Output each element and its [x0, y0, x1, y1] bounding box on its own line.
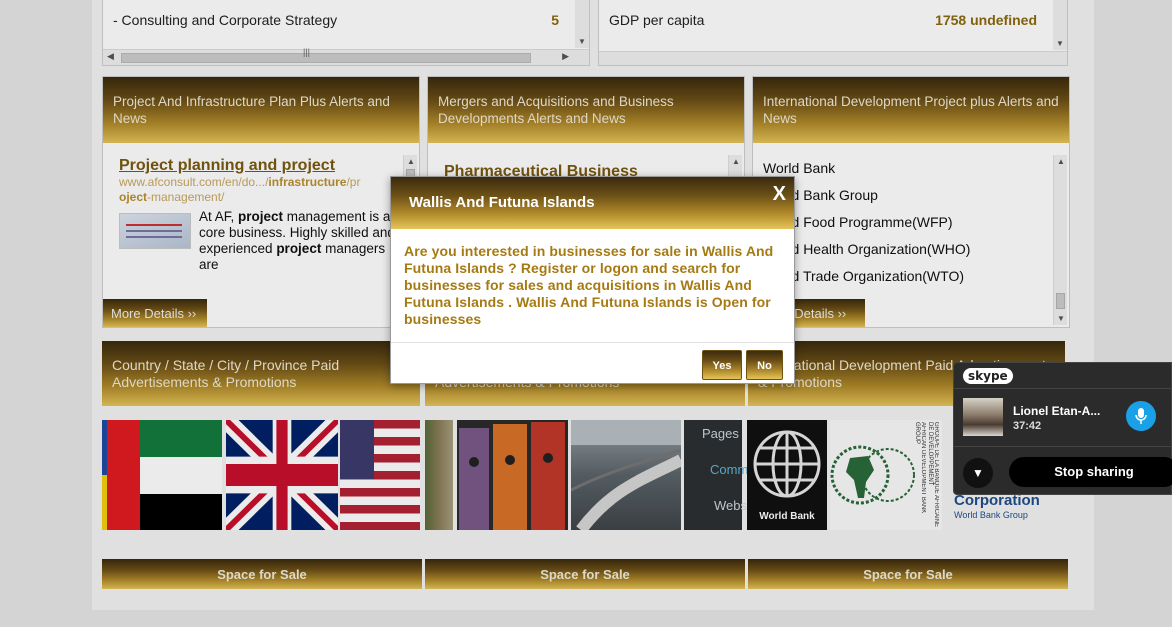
chevron-down-icon[interactable]: ▼	[963, 458, 993, 488]
modal-header: Wallis And Futuna Islands	[391, 177, 794, 229]
divider	[954, 446, 1171, 447]
caller-name: Lionel Etan-A...	[1013, 404, 1101, 418]
modal-message: Are you interested in businesses for sal…	[404, 243, 774, 327]
country-prompt-modal: Wallis And Futuna Islands X Are you inte…	[390, 176, 795, 384]
yes-button[interactable]: Yes	[702, 350, 742, 380]
divider	[954, 388, 1171, 389]
call-duration: 37:42	[1013, 420, 1042, 432]
skype-call-widget: skype Lionel Etan-A... 37:42 ▼ Stop shar…	[953, 362, 1172, 495]
close-icon[interactable]: X	[773, 183, 786, 206]
microphone-icon[interactable]	[1126, 401, 1156, 431]
stop-sharing-button[interactable]: Stop sharing	[1009, 457, 1172, 487]
modal-title: Wallis And Futuna Islands	[409, 194, 595, 211]
skype-logo: skype	[963, 368, 1013, 384]
modal-footer: Yes No	[391, 342, 794, 384]
avatar	[963, 398, 1003, 436]
no-button[interactable]: No	[746, 350, 783, 380]
